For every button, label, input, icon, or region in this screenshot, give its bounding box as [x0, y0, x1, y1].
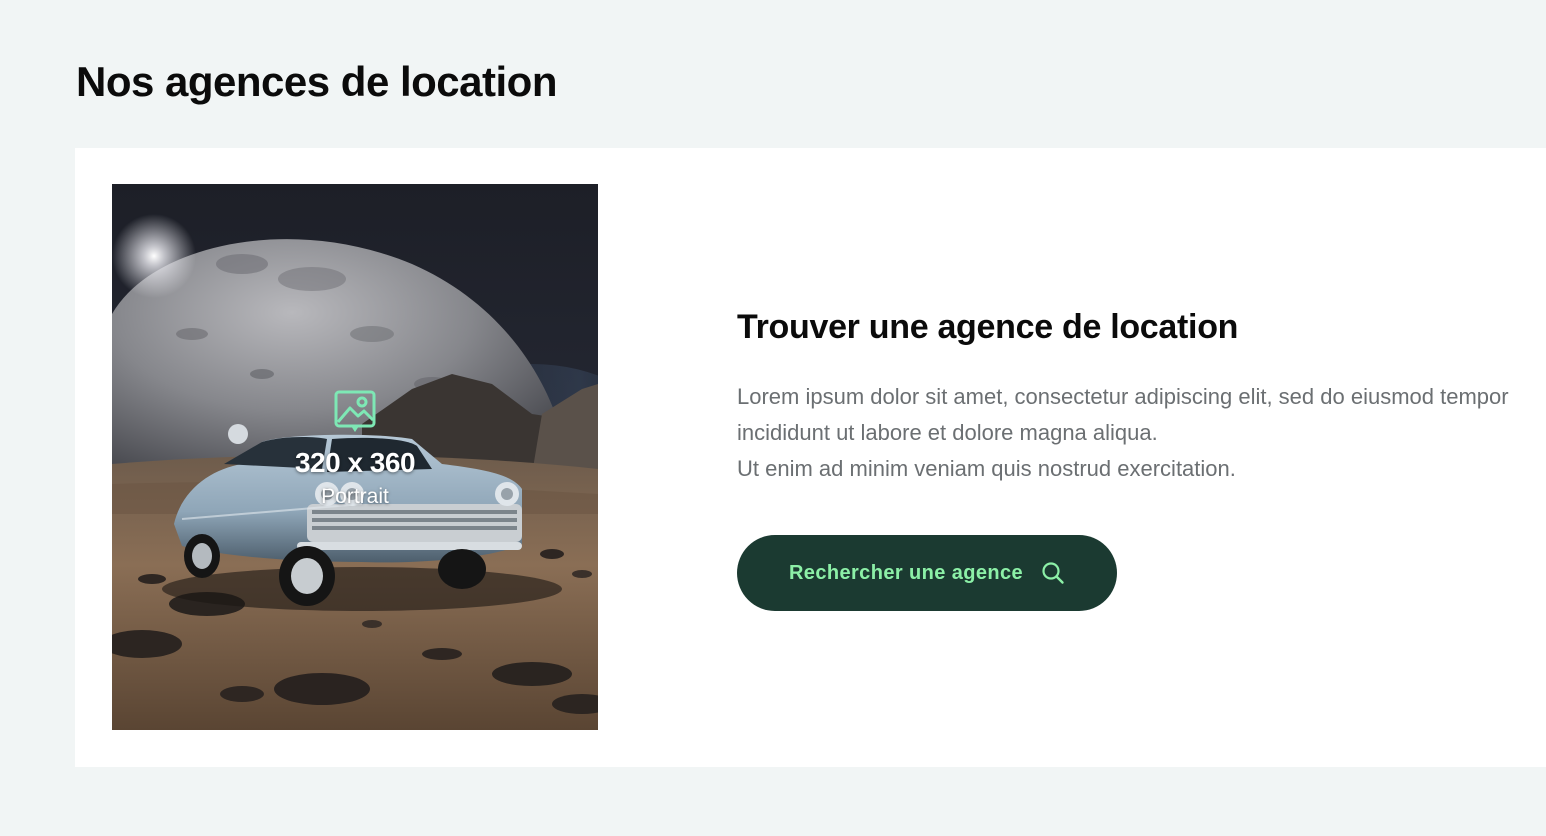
- description-line: Ut enim ad minim veniam quis nostrud exe…: [737, 456, 1236, 481]
- description-line: incididunt ut labore et dolore magna ali…: [737, 420, 1158, 445]
- agency-image: 320 x 360 Portrait: [112, 184, 598, 730]
- image-icon: [334, 390, 376, 432]
- card-content: Trouver une agence de location Lorem ips…: [737, 308, 1546, 611]
- card-title: Trouver une agence de location: [737, 308, 1239, 346]
- agency-card: 320 x 360 Portrait Trouver une agence de…: [75, 148, 1546, 767]
- search-agency-button-label: Rechercher une agence: [788, 561, 1024, 584]
- search-icon: [1042, 562, 1064, 584]
- image-placeholder-overlay: 320 x 360 Portrait: [112, 388, 598, 509]
- image-size-label: 320 x 360: [294, 447, 416, 478]
- section-title: Nos agences de location: [76, 58, 557, 105]
- image-orientation-label: Portrait: [321, 485, 389, 508]
- search-agency-button[interactable]: Rechercher une agence: [737, 535, 1117, 611]
- description-line: Lorem ipsum dolor sit amet, consectetur …: [737, 384, 1509, 409]
- card-description: Lorem ipsum dolor sit amet, consectetur …: [737, 379, 1546, 487]
